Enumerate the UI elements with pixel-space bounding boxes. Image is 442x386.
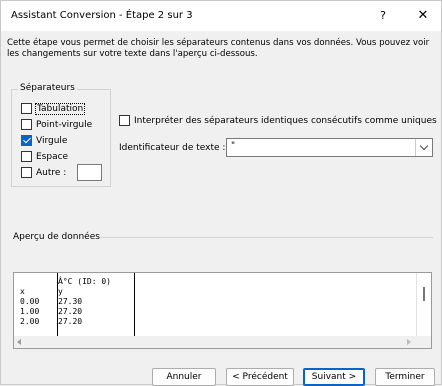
checkbox-point-virgule-label: Point-virgule xyxy=(36,119,93,130)
text-qualifier-select[interactable]: " xyxy=(226,138,433,157)
close-icon[interactable]: ✕ xyxy=(411,5,435,27)
preview-cell: 27.20 xyxy=(58,307,83,316)
checkbox-virgule[interactable]: Virgule xyxy=(21,135,67,146)
window-title: Assistant Conversion - Étape 2 sur 3 xyxy=(11,10,193,21)
column-separator-line[interactable] xyxy=(134,273,135,337)
text-qualifier-label: Identificateur de texte : xyxy=(119,143,226,153)
checkbox-tabulation[interactable]: Tabulation xyxy=(21,102,86,115)
preview-cell: 0.00 xyxy=(20,297,40,306)
previous-button[interactable]: < Précédent xyxy=(226,368,294,386)
vertical-scrollbar[interactable] xyxy=(416,273,431,337)
checkbox-autre-box[interactable] xyxy=(21,167,32,178)
preview-cell: 1.00 xyxy=(20,307,40,316)
cancel-button-label: Annuler xyxy=(166,372,202,382)
checkbox-point-virgule[interactable]: Point-virgule xyxy=(21,119,92,130)
checkbox-tabulation-box[interactable] xyxy=(21,103,32,114)
intro-text: Cette étape vous permet de choisir les s… xyxy=(7,38,430,59)
chevron-down-icon[interactable] xyxy=(415,139,432,156)
preview-label: Aperçu de données xyxy=(13,232,100,242)
checkbox-virgule-box[interactable] xyxy=(21,135,32,146)
preview-cell: y xyxy=(58,287,63,296)
next-button-label: Suivant > xyxy=(311,372,357,382)
data-preview-pane[interactable]: x 0.00 1.00 2.00 Â°C (ID: 0) y 27.30 27.… xyxy=(13,272,432,349)
horizontal-scrollbar[interactable] xyxy=(14,336,431,348)
checkbox-tabulation-label: Tabulation xyxy=(34,102,86,115)
scroll-left-icon[interactable] xyxy=(17,339,21,345)
checkbox-consecutive-box[interactable] xyxy=(119,115,130,126)
scroll-right-icon[interactable] xyxy=(407,339,411,345)
previous-button-label: < Précédent xyxy=(232,372,288,382)
text-qualifier-value: " xyxy=(231,141,236,151)
preview-cell: 2.00 xyxy=(20,317,40,326)
preview-divider xyxy=(101,237,433,238)
cancel-button[interactable]: Annuler xyxy=(152,368,216,386)
checkbox-autre[interactable]: Autre : xyxy=(21,167,66,178)
checkbox-consecutive-separators[interactable]: Interpréter des séparateurs identiques c… xyxy=(119,115,437,126)
finish-button-label: Terminer xyxy=(385,372,425,382)
help-button[interactable]: ? xyxy=(371,5,395,27)
preview-cell: 27.30 xyxy=(58,297,83,306)
checkbox-point-virgule-box[interactable] xyxy=(21,119,32,130)
preview-cell: Â°C (ID: 0) xyxy=(58,277,111,286)
checkbox-autre-label: Autre : xyxy=(36,167,67,178)
next-button[interactable]: Suivant > xyxy=(303,368,365,386)
checkbox-virgule-label: Virgule xyxy=(36,135,68,146)
checkbox-consecutive-label: Interpréter des séparateurs identiques c… xyxy=(134,115,437,126)
vertical-scroll-thumb[interactable] xyxy=(423,287,425,301)
preview-cell: 27.20 xyxy=(58,317,83,326)
preview-cell: x xyxy=(20,287,25,296)
finish-button[interactable]: Terminer xyxy=(375,368,435,386)
separators-group-label: Séparateurs xyxy=(18,83,77,93)
title-bar: Assistant Conversion - Étape 2 sur 3 ? ✕ xyxy=(1,1,441,31)
checkbox-espace-box[interactable] xyxy=(21,151,32,162)
preview-grid: x 0.00 1.00 2.00 Â°C (ID: 0) y 27.30 27.… xyxy=(20,273,418,337)
text-import-wizard-dialog: Assistant Conversion - Étape 2 sur 3 ? ✕… xyxy=(0,0,442,386)
other-separator-input[interactable] xyxy=(77,164,102,181)
checkbox-espace-label: Espace xyxy=(36,151,69,162)
checkbox-espace[interactable]: Espace xyxy=(21,151,68,162)
